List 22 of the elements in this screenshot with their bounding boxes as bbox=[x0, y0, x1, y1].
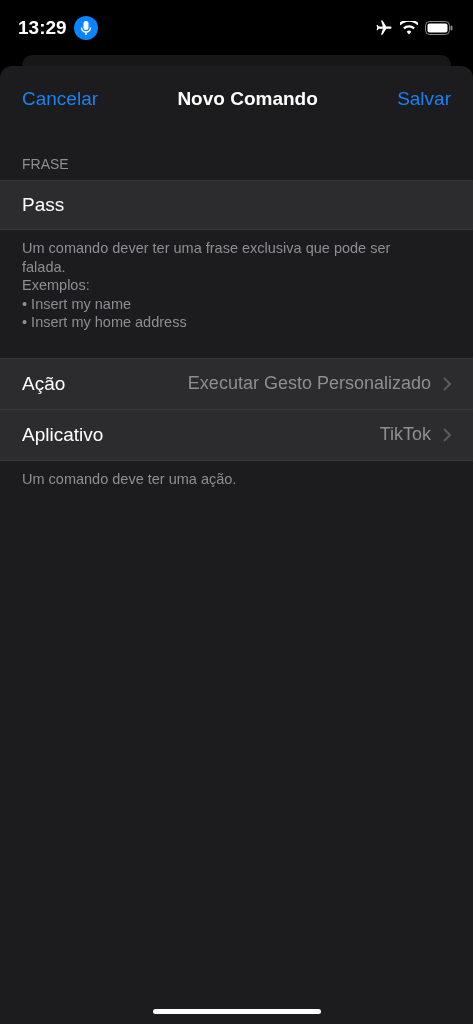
row-label: Aplicativo bbox=[22, 423, 105, 446]
sheet-title: Novo Comando bbox=[177, 88, 318, 110]
footer-text: Um comando deve ter uma ação. bbox=[21, 469, 238, 489]
row-value: TikTok bbox=[379, 424, 431, 445]
airplane-icon bbox=[375, 19, 393, 37]
phrase-field[interactable]: Pass bbox=[0, 180, 473, 230]
footer-text: • Insert my name bbox=[22, 294, 133, 313]
wifi-icon bbox=[400, 21, 418, 35]
footer-text: Exemplos: bbox=[22, 276, 91, 295]
settings-row[interactable]: Aplicativo TikTok bbox=[0, 409, 473, 461]
footer-text: Um comando dever ter uma frase exclusiva que pode ser falada. bbox=[22, 239, 392, 276]
cancel-button[interactable]: Cancelar bbox=[22, 88, 99, 110]
save-button[interactable]: Salvar bbox=[397, 88, 451, 110]
battery-icon bbox=[425, 21, 453, 35]
status-time: 13:29 bbox=[18, 17, 67, 39]
chevron-icon bbox=[443, 427, 451, 442]
chevron-icon bbox=[443, 376, 451, 391]
footer-text: • Insert my home address bbox=[22, 313, 188, 332]
row-label: Ação bbox=[22, 372, 67, 395]
settings-row[interactable]: Ação Executar Gesto Personalizado bbox=[0, 358, 473, 410]
row-value: Executar Gesto Personalizado bbox=[187, 373, 431, 394]
section-header: FRASE bbox=[21, 155, 70, 174]
